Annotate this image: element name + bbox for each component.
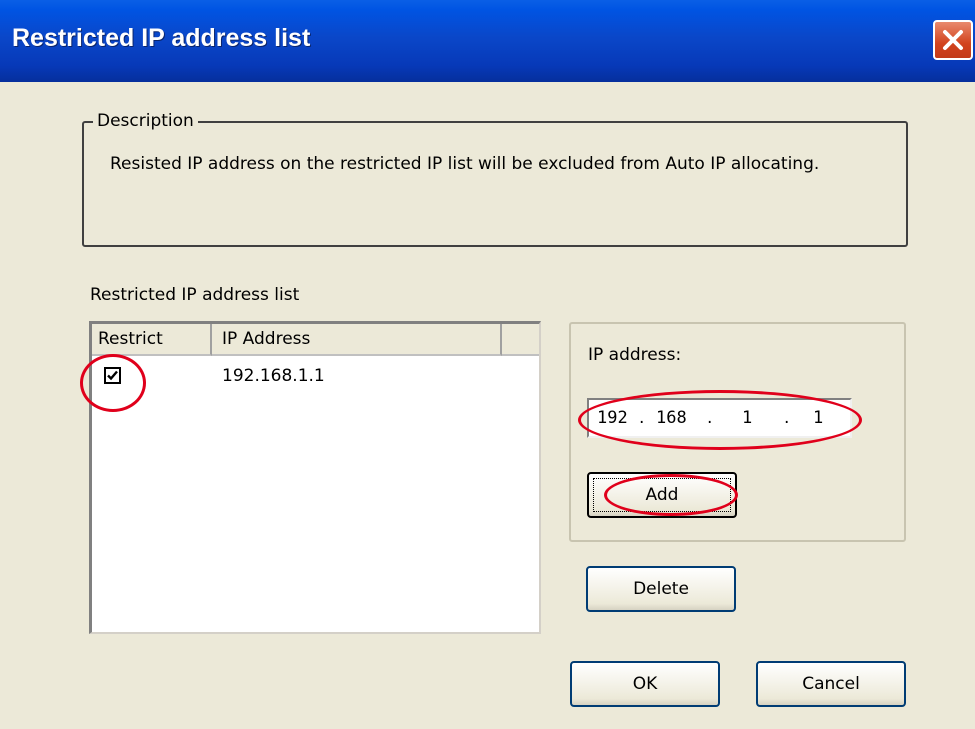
description-groupbox bbox=[82, 121, 908, 247]
close-icon bbox=[943, 30, 963, 50]
ok-button[interactable]: OK bbox=[570, 661, 720, 707]
title-bar: Restricted IP address list bbox=[0, 0, 975, 82]
window-title: Restricted IP address list bbox=[12, 24, 311, 52]
ip-address-cell: 192.168.1.1 bbox=[222, 366, 325, 386]
ip-field-highlight-circle bbox=[578, 390, 862, 450]
column-header-empty[interactable] bbox=[502, 324, 539, 356]
cancel-button[interactable]: Cancel bbox=[756, 661, 906, 707]
add-button-highlight-circle bbox=[604, 474, 738, 516]
close-button[interactable] bbox=[933, 20, 973, 60]
description-legend: Description bbox=[93, 111, 198, 131]
list-row[interactable]: 192.168.1.1 bbox=[92, 356, 539, 392]
delete-button[interactable]: Delete bbox=[586, 566, 736, 612]
restricted-ip-listview[interactable]: Restrict IP Address 192.168.1.1 bbox=[89, 321, 541, 634]
description-text: Resisted IP address on the restricted IP… bbox=[110, 154, 820, 174]
checkbox-highlight-circle bbox=[80, 354, 146, 412]
list-header: Restrict IP Address bbox=[92, 324, 539, 356]
column-header-ip-address[interactable]: IP Address bbox=[212, 324, 502, 356]
restricted-list-label: Restricted IP address list bbox=[90, 285, 300, 305]
ip-address-label: IP address: bbox=[588, 345, 682, 365]
column-header-restrict[interactable]: Restrict bbox=[92, 324, 212, 356]
